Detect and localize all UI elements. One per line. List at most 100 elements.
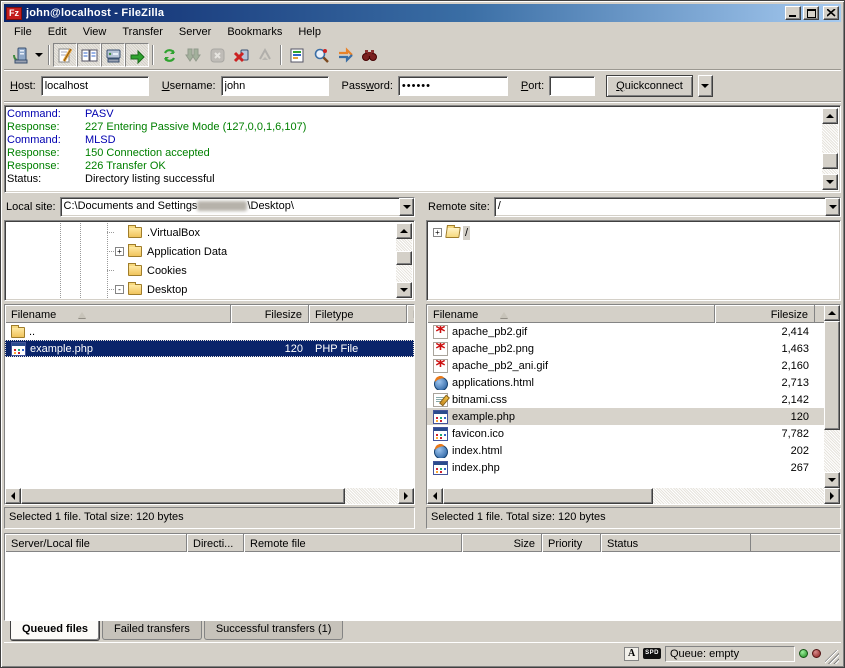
tree-expander[interactable]: + <box>115 247 124 256</box>
site-manager-dropdown-button[interactable] <box>32 43 45 67</box>
file-row[interactable]: example.php 120 PHP File 1 <box>5 340 414 357</box>
column-header-filesize[interactable]: Filesize <box>231 305 309 323</box>
scroll-right-button[interactable] <box>824 488 840 504</box>
scroll-left-button[interactable] <box>5 488 21 504</box>
scroll-thumb[interactable] <box>822 153 838 169</box>
menu-item[interactable]: Transfer <box>114 24 171 40</box>
title-bar[interactable]: Fz john@localhost - FileZilla <box>4 4 841 22</box>
column-header-filesize[interactable]: Filesize <box>715 305 815 323</box>
log-scrollbar[interactable] <box>822 108 838 190</box>
menu-item[interactable]: File <box>6 24 40 40</box>
scroll-up-button[interactable] <box>822 108 838 124</box>
scroll-thumb[interactable] <box>443 488 653 504</box>
toggle-remote-tree-button[interactable] <box>101 43 125 67</box>
scroll-down-button[interactable] <box>822 174 838 190</box>
scroll-thumb[interactable] <box>21 488 345 504</box>
column-header-direction[interactable]: Directi... <box>187 534 244 552</box>
menu-item[interactable]: Edit <box>40 24 75 40</box>
process-queue-button[interactable] <box>181 43 205 67</box>
scroll-up-button[interactable] <box>824 305 840 321</box>
remote-site-dropdown-button[interactable] <box>825 198 840 216</box>
tree-item[interactable]: - Desktop <box>7 280 396 299</box>
minimize-button[interactable] <box>785 6 801 20</box>
column-header-filetype[interactable]: Filetype <box>309 305 407 323</box>
reconnect-button[interactable] <box>253 43 277 67</box>
file-row[interactable]: apache_pb2.png 1,463 <box>427 340 824 357</box>
scroll-track[interactable] <box>443 488 824 504</box>
scroll-thumb[interactable] <box>824 321 840 430</box>
scroll-track[interactable] <box>822 124 838 174</box>
file-row[interactable]: example.php 120 <box>427 408 824 425</box>
quickconnect-button[interactable]: Quickconnect <box>606 75 693 97</box>
tree-expander[interactable]: - <box>115 285 124 294</box>
pane-splitter[interactable] <box>415 195 426 529</box>
scroll-left-button[interactable] <box>427 488 443 504</box>
queue-tab[interactable]: Successful transfers (1) <box>204 621 344 640</box>
local-site-dropdown-button[interactable] <box>399 198 414 216</box>
scroll-down-button[interactable] <box>396 282 412 298</box>
local-tree-scrollbar[interactable] <box>396 223 412 298</box>
scroll-up-button[interactable] <box>396 223 412 239</box>
local-site-combo[interactable]: C:\Documents and Settings\Desktop\ <box>60 197 415 217</box>
file-row[interactable]: apache_pb2_ani.gif 2,160 <box>427 357 824 374</box>
scroll-track[interactable] <box>21 488 398 504</box>
remote-directory-tree[interactable]: + / <box>426 220 841 301</box>
refresh-button[interactable] <box>157 43 181 67</box>
toggle-directory-trees-button[interactable] <box>77 43 101 67</box>
column-header-remote-file[interactable]: Remote file <box>244 534 462 552</box>
queue-tab[interactable]: Queued files <box>10 621 100 641</box>
filter-button[interactable] <box>285 43 309 67</box>
tree-item[interactable]: Cookies <box>7 261 396 280</box>
column-header-status[interactable]: Status <box>601 534 751 552</box>
file-row[interactable]: applications.html 2,713 <box>427 374 824 391</box>
menu-item[interactable]: Server <box>171 24 219 40</box>
menu-item[interactable]: View <box>75 24 115 40</box>
toggle-message-log-button[interactable] <box>53 43 77 67</box>
username-input[interactable] <box>221 76 329 96</box>
file-row[interactable]: apache_pb2.gif 2,414 <box>427 323 824 340</box>
directory-comparison-button[interactable] <box>309 43 333 67</box>
remote-site-combo[interactable]: / <box>494 197 841 217</box>
resize-grip[interactable] <box>825 650 839 664</box>
cancel-button[interactable] <box>205 43 229 67</box>
site-manager-button[interactable] <box>8 43 32 67</box>
find-files-button[interactable] <box>357 43 381 67</box>
menu-item[interactable]: Help <box>290 24 329 40</box>
close-button[interactable] <box>823 6 839 20</box>
scroll-track[interactable] <box>824 321 840 472</box>
file-row[interactable]: index.php 267 <box>427 459 824 476</box>
synchronized-browsing-button[interactable] <box>333 43 357 67</box>
column-header-priority[interactable]: Priority <box>542 534 601 552</box>
tree-item[interactable]: + / <box>429 223 838 242</box>
port-input[interactable] <box>549 76 595 96</box>
column-header-server-local-file[interactable]: Server/Local file <box>5 534 187 552</box>
local-list-hscrollbar[interactable] <box>5 488 414 504</box>
scroll-thumb[interactable] <box>396 251 412 265</box>
toggle-transfer-queue-button[interactable] <box>125 43 149 67</box>
file-row[interactable]: favicon.ico 7,782 <box>427 425 824 442</box>
host-input[interactable] <box>41 76 149 96</box>
file-row[interactable]: index.html 202 <box>427 442 824 459</box>
tree-item[interactable]: .VirtualBox <box>7 223 396 242</box>
quickconnect-dropdown-button[interactable] <box>698 75 713 97</box>
local-list-body[interactable]: .. example.php 120 PHP File 1 <box>5 323 414 488</box>
disconnect-button[interactable] <box>229 43 253 67</box>
remote-list-hscrollbar[interactable] <box>427 488 840 504</box>
menu-item[interactable]: Bookmarks <box>219 24 290 40</box>
file-row[interactable]: bitnami.css 2,142 <box>427 391 824 408</box>
remote-list-body[interactable]: apache_pb2.gif 2,414 apache_pb2.png 1,46… <box>427 323 824 488</box>
queue-body[interactable] <box>5 552 840 620</box>
scroll-track[interactable] <box>396 239 412 282</box>
scroll-down-button[interactable] <box>824 472 840 488</box>
queue-tab[interactable]: Failed transfers <box>102 621 202 640</box>
message-log[interactable]: Command: PASV Response: 227 Entering Pas… <box>4 105 841 193</box>
column-header-filename[interactable]: Filename <box>427 305 715 323</box>
column-header-filename[interactable]: Filename <box>5 305 231 323</box>
remote-list-vscrollbar[interactable] <box>824 305 840 488</box>
column-header-size[interactable]: Size <box>462 534 542 552</box>
scroll-right-button[interactable] <box>398 488 414 504</box>
tree-item[interactable]: + Application Data <box>7 242 396 261</box>
column-header-lastmodified[interactable]: L <box>407 305 415 323</box>
password-input[interactable] <box>398 76 508 96</box>
maximize-button[interactable] <box>803 6 819 20</box>
